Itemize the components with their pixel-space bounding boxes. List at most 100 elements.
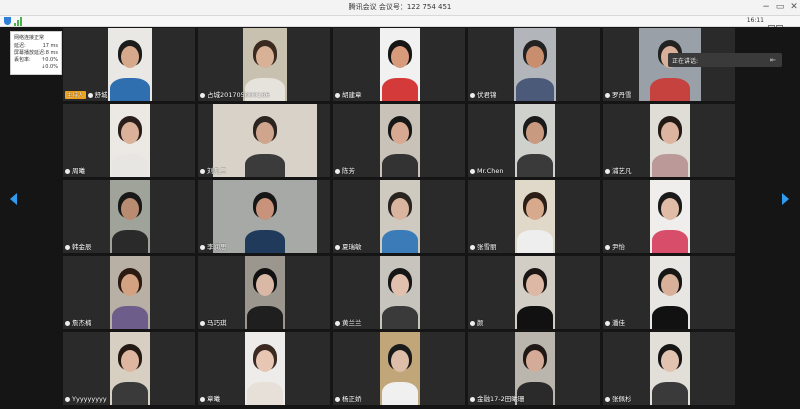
meeting-timer: 16:11 <box>746 17 764 24</box>
participant-name: Mr.Chen <box>477 167 504 175</box>
participant-body <box>247 306 283 329</box>
participant-tile[interactable]: 章曦 <box>197 331 331 406</box>
participant-tile[interactable]: 金融17-2田曦珊 <box>467 331 601 406</box>
participant-tile[interactable]: Mr.Chen <box>467 103 601 178</box>
latency-value: 17 ms <box>42 43 58 49</box>
collapse-speaking-icon[interactable]: ⇤ <box>770 56 778 64</box>
microphone-icon <box>605 92 610 98</box>
participant-name-label: 占城201705000186 <box>200 89 270 99</box>
participant-tile[interactable]: 占城201705000186 <box>197 27 331 102</box>
microphone-icon <box>87 92 93 98</box>
participant-face <box>391 274 409 296</box>
participant-tile[interactable]: 张雪丽 <box>467 179 601 254</box>
participant-body <box>382 306 418 329</box>
participant-name: 尹怡 <box>612 243 625 251</box>
participant-name: 占城201705000186 <box>207 91 270 99</box>
participant-tile[interactable]: 胡建章 <box>332 27 466 102</box>
participant-video <box>213 180 317 253</box>
participant-name: 张佩杉 <box>612 395 632 403</box>
participant-name: Yyyyyyyyy <box>72 395 107 403</box>
participant-tile[interactable]: 潘佳 <box>602 255 736 330</box>
participant-tile[interactable]: 颜 <box>467 255 601 330</box>
participant-body <box>112 382 148 405</box>
participant-name: 伏君锦 <box>477 91 497 99</box>
gallery-view-icon[interactable] <box>768 17 794 32</box>
participant-name-label: 詹杰楠 <box>65 317 92 327</box>
participant-name-label: 黄兰兰 <box>335 317 362 327</box>
participant-name-label: Yyyyyyyyy <box>65 395 107 403</box>
participant-face <box>121 46 139 68</box>
participant-name-label: 伏君锦 <box>470 89 497 99</box>
microphone-icon <box>605 320 610 326</box>
meeting-title: 腾讯会议 会议号：122 754 451 <box>348 3 452 11</box>
participant-tile[interactable]: 伏君锦 <box>467 27 601 102</box>
next-page-arrow-icon[interactable] <box>782 193 789 205</box>
participant-name: 金融17-2田曦珊 <box>477 395 525 403</box>
participant-name: 韩金辰 <box>72 243 92 251</box>
network-stats-panel: 网络连接正常 延迟: 17 ms 屏幕播放延迟: 8 ms 丢包率: ↑0.0% ↓0… <box>10 31 62 75</box>
participant-tile[interactable]: 杨正娇 <box>332 331 466 406</box>
participant-name: 章曦 <box>207 395 220 403</box>
participant-face <box>661 274 679 296</box>
participant-tile[interactable]: 黄兰兰 <box>332 255 466 330</box>
participant-face <box>391 46 409 68</box>
participant-face <box>526 122 544 144</box>
security-shield-icon[interactable] <box>4 17 11 25</box>
participant-name: 颜 <box>477 319 484 327</box>
close-button[interactable]: ✕ <box>788 1 800 14</box>
microphone-icon <box>65 244 70 250</box>
microphone-icon <box>65 168 70 174</box>
participant-video <box>108 28 152 101</box>
previous-page-arrow-icon[interactable] <box>10 193 17 205</box>
microphone-icon <box>65 320 70 326</box>
participant-tile[interactable]: 浦艺凡 <box>602 103 736 178</box>
participant-tile[interactable]: 张佩杉 <box>602 331 736 406</box>
screen-latency-label: 屏幕播放延迟: <box>14 50 46 56</box>
participant-tile[interactable]: 夏瑞敏 <box>332 179 466 254</box>
participant-tile[interactable]: 刘凡三 <box>197 103 331 178</box>
participant-face <box>256 198 274 220</box>
microphone-icon <box>200 168 205 174</box>
maximize-button[interactable]: ▭ <box>774 1 786 14</box>
participant-name-label: 金融17-2田曦珊 <box>470 393 524 403</box>
participant-face <box>121 198 139 220</box>
participant-video <box>514 28 556 101</box>
participant-tile[interactable]: 周曦 <box>62 103 196 178</box>
participant-tile[interactable]: Yyyyyyyyy <box>62 331 196 406</box>
participant-body <box>245 154 285 177</box>
participant-tile[interactable]: 韩金辰 <box>62 179 196 254</box>
microphone-icon <box>335 320 340 326</box>
participant-video <box>245 332 285 405</box>
participant-video <box>245 256 285 329</box>
participant-name: 潘佳 <box>612 319 625 327</box>
participant-body <box>110 78 150 101</box>
screen-latency-value: 8 ms <box>45 50 58 56</box>
participant-tile[interactable]: 詹杰楠 <box>62 255 196 330</box>
participant-face <box>256 350 274 372</box>
signal-icon[interactable] <box>14 17 22 26</box>
participant-tile[interactable]: 李润思 <box>197 179 331 254</box>
participant-tile[interactable]: 马巧琪 <box>197 255 331 330</box>
participant-body <box>382 154 418 177</box>
participant-name-label: 张雪丽 <box>470 241 497 251</box>
participant-face <box>121 274 139 296</box>
participant-face <box>661 198 679 220</box>
participant-name-label: 周曦 <box>65 165 85 175</box>
participant-name-label: 颜 <box>470 317 484 327</box>
participant-name: 舒城 <box>94 91 108 99</box>
participant-name-label: 张佩杉 <box>605 393 632 403</box>
minimize-button[interactable]: − <box>760 1 772 14</box>
participant-face <box>526 350 544 372</box>
participant-tile[interactable]: 主持人 舒城 <box>62 27 196 102</box>
participant-tile[interactable]: 尹怡 <box>602 179 736 254</box>
participant-face <box>256 274 274 296</box>
participant-name: 马巧琪 <box>207 319 227 327</box>
participant-video <box>515 180 555 253</box>
microphone-icon <box>335 396 340 402</box>
microphone-icon <box>200 396 205 402</box>
participant-video <box>213 104 317 177</box>
participant-tile[interactable]: 陈芳 <box>332 103 466 178</box>
participant-body <box>652 306 688 329</box>
microphone-icon <box>335 168 340 174</box>
participant-face <box>256 46 274 68</box>
